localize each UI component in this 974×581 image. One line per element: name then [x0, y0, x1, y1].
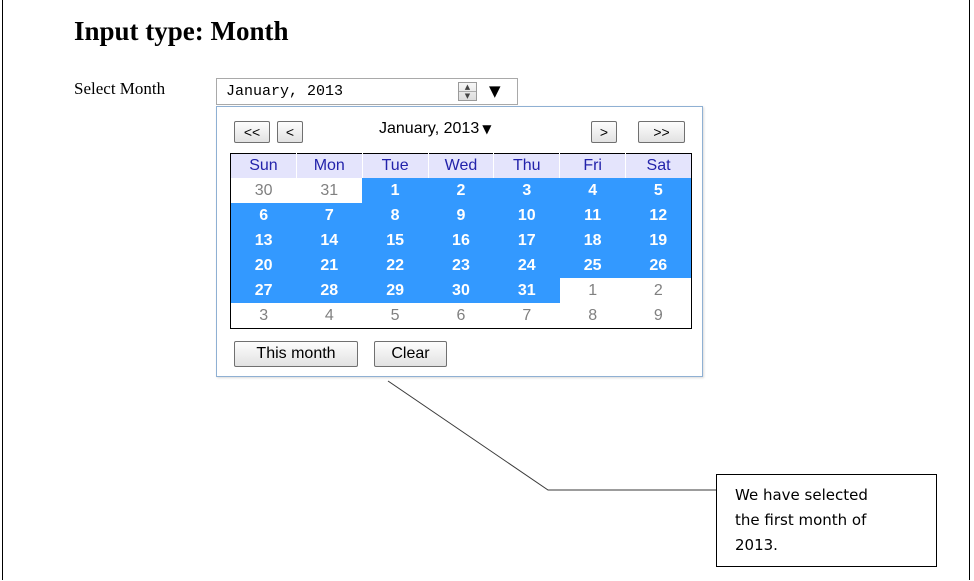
- calendar-day-other-month[interactable]: 7: [493, 303, 560, 329]
- month-input-value[interactable]: January, 2013: [226, 83, 343, 100]
- calendar-day-selected[interactable]: 9: [428, 203, 494, 228]
- calendar-day-other-month[interactable]: 31: [296, 178, 363, 203]
- calendar-day-selected[interactable]: 6: [230, 203, 297, 228]
- weekday-header: Fri: [559, 153, 626, 178]
- weekday-header: Tue: [361, 153, 429, 178]
- prev-month-button[interactable]: <: [277, 121, 303, 143]
- callout-line: 2013.: [735, 536, 778, 554]
- spinner-down-icon[interactable]: ▼: [459, 92, 476, 100]
- next-year-button[interactable]: >>: [638, 121, 685, 143]
- weekday-header: Sat: [625, 153, 692, 178]
- month-picker-popup: << < January, 2013 ▼ > >> Sun Mon Tue Wed…: [216, 106, 703, 377]
- calendar-day-selected[interactable]: 4: [559, 178, 626, 203]
- calendar-day-selected[interactable]: 2: [428, 178, 494, 203]
- select-month-label: Select Month: [74, 79, 166, 98]
- calendar-day-selected[interactable]: 7: [296, 203, 363, 228]
- calendar-day-selected[interactable]: 18: [559, 228, 626, 253]
- calendar-day-selected[interactable]: 3: [493, 178, 560, 203]
- weekday-header: Sun: [230, 153, 297, 178]
- calendar-week-row: 27 28 29 30 31 1 2: [230, 278, 692, 303]
- calendar-day-selected[interactable]: 26: [625, 253, 692, 278]
- calendar-day-selected[interactable]: 28: [296, 278, 363, 303]
- calendar-day-selected[interactable]: 16: [428, 228, 494, 253]
- spinner-up-icon[interactable]: ▲: [459, 83, 476, 92]
- calendar-day-other-month[interactable]: 9: [625, 303, 692, 329]
- callout-note: We have selected the first month of 2013…: [716, 474, 937, 567]
- dropdown-triangle-icon[interactable]: ▼: [489, 82, 501, 100]
- calendar-week-row: 20 21 22 23 24 25 26: [230, 253, 692, 278]
- picker-month-label[interactable]: January, 2013 ▼: [379, 120, 549, 138]
- calendar-grid: Sun Mon Tue Wed Thu Fri Sat 30 31 1 2 3 4 5 6 7 8…: [230, 153, 692, 329]
- clear-button[interactable]: Clear: [374, 341, 447, 367]
- calendar-day-selected[interactable]: 15: [362, 228, 429, 253]
- calendar-day-other-month[interactable]: 4: [296, 303, 363, 329]
- callout-line: the first month of: [735, 511, 867, 529]
- calendar-day-other-month[interactable]: 2: [625, 278, 692, 303]
- calendar-day-selected[interactable]: 25: [559, 253, 626, 278]
- calendar-day-selected[interactable]: 30: [428, 278, 494, 303]
- calendar-day-selected[interactable]: 12: [625, 203, 692, 228]
- calendar-body: 30 31 1 2 3 4 5 6 7 8 9 10 11 12 13 14 15 16 17 18 19 20 21 22 2…: [230, 178, 692, 329]
- calendar-week-row: 3456789: [230, 303, 692, 329]
- calendar-day-other-month[interactable]: 6: [428, 303, 494, 329]
- month-caret-icon[interactable]: ▼: [482, 122, 491, 136]
- picker-month-text[interactable]: January, 2013: [379, 120, 479, 137]
- calendar-day-other-month[interactable]: 30: [230, 178, 297, 203]
- calendar-day-selected[interactable]: 17: [493, 228, 560, 253]
- prev-year-button[interactable]: <<: [234, 121, 270, 143]
- spinner-up-down-icon[interactable]: ▲ ▼: [458, 82, 477, 101]
- weekday-header: Thu: [493, 153, 560, 178]
- calendar-day-selected[interactable]: 22: [362, 253, 429, 278]
- next-month-button[interactable]: >: [591, 121, 617, 143]
- calendar-day-selected[interactable]: 24: [493, 253, 560, 278]
- calendar-day-selected[interactable]: 21: [296, 253, 363, 278]
- calendar-day-selected[interactable]: 1: [362, 178, 429, 203]
- calendar-day-selected[interactable]: 19: [625, 228, 692, 253]
- this-month-button[interactable]: This month: [234, 341, 358, 367]
- month-input[interactable]: January, 2013 ▲ ▼ ▼: [216, 78, 518, 105]
- calendar-day-other-month[interactable]: 8: [559, 303, 626, 329]
- calendar-week-row: 30 31 1 2 3 4 5: [230, 178, 692, 203]
- calendar-day-selected[interactable]: 13: [230, 228, 297, 253]
- calendar-week-row: 6 7 8 9 10 11 12: [230, 203, 692, 228]
- calendar-day-other-month[interactable]: 5: [362, 303, 429, 329]
- calendar-day-other-month[interactable]: 1: [559, 278, 626, 303]
- calendar-day-selected[interactable]: 27: [230, 278, 297, 303]
- calendar-day-selected[interactable]: 23: [428, 253, 494, 278]
- weekday-header: Mon: [295, 153, 363, 178]
- calendar-day-selected[interactable]: 10: [493, 203, 560, 228]
- calendar-day-selected[interactable]: 20: [230, 253, 297, 278]
- callout-line: We have selected: [735, 486, 868, 504]
- calendar-day-other-month[interactable]: 3: [230, 303, 297, 329]
- weekday-header: Wed: [427, 153, 494, 178]
- calendar-day-selected[interactable]: 5: [625, 178, 692, 203]
- calendar-day-selected[interactable]: 29: [362, 278, 429, 303]
- calendar-week-row: 13 14 15 16 17 18 19: [230, 228, 692, 253]
- calendar-day-selected[interactable]: 14: [296, 228, 363, 253]
- calendar-day-selected[interactable]: 8: [362, 203, 429, 228]
- calendar-day-selected[interactable]: 11: [559, 203, 626, 228]
- calendar-day-selected[interactable]: 31: [493, 278, 560, 303]
- weekday-header-row: Sun Mon Tue Wed Thu Fri Sat: [230, 153, 692, 178]
- page-title: Input type: Month: [74, 16, 289, 46]
